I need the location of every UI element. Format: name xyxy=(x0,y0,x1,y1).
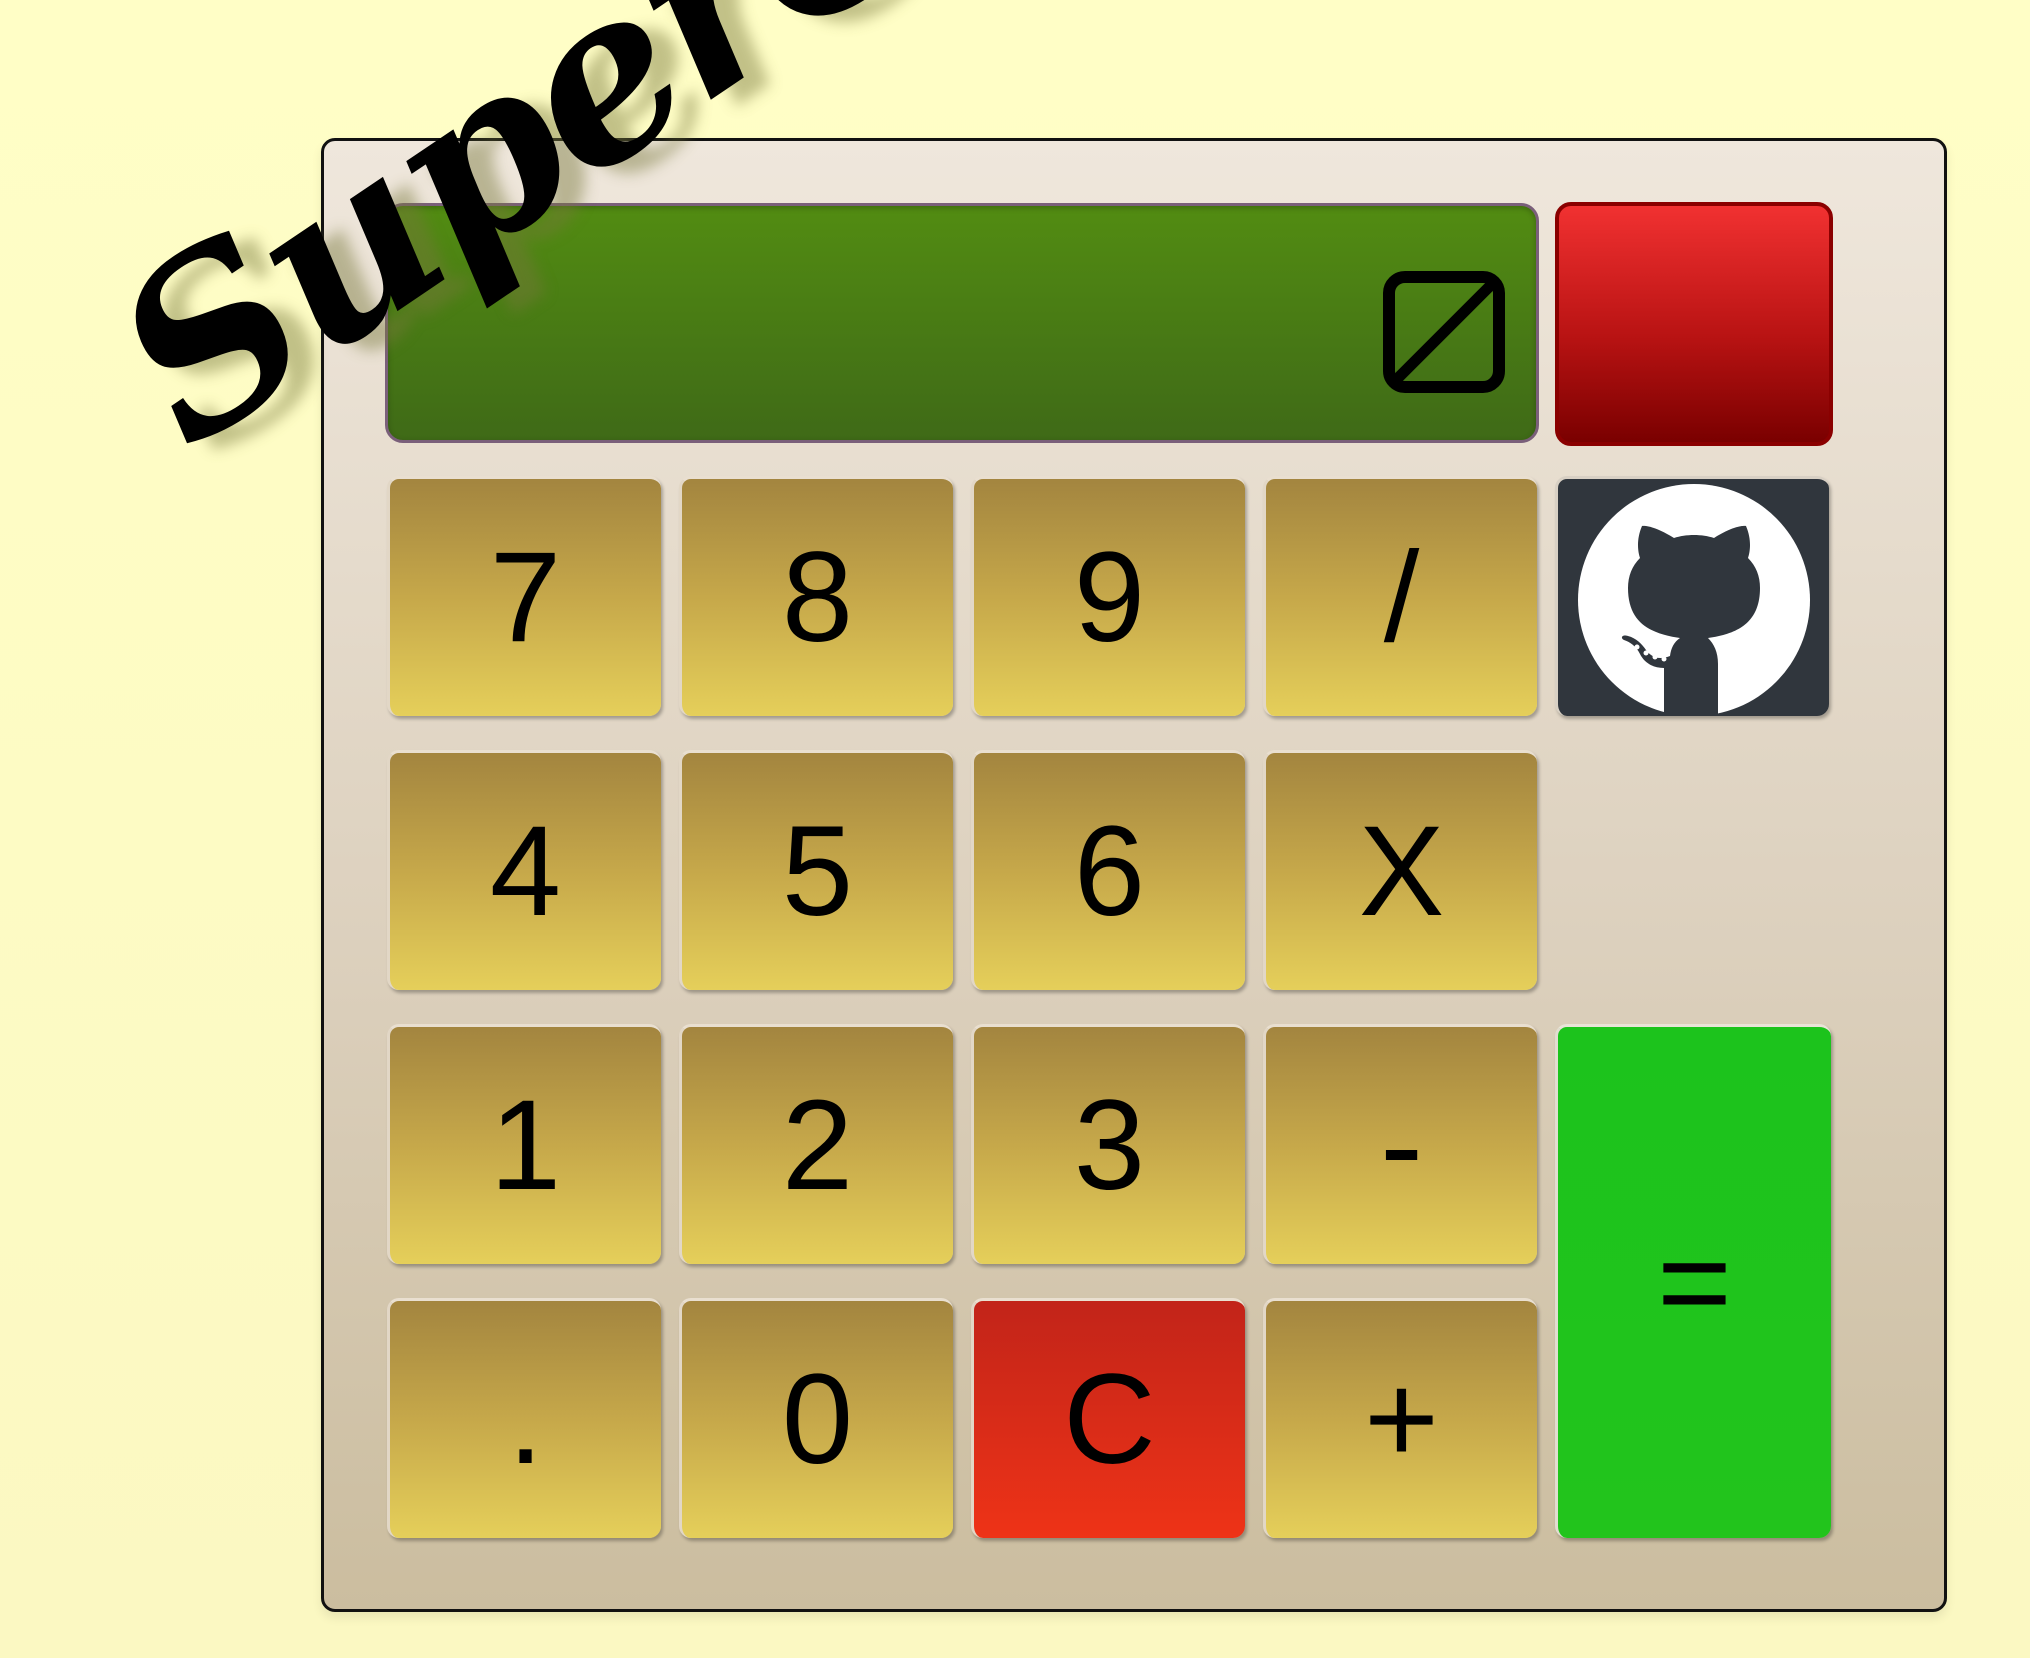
key-6[interactable]: 6 xyxy=(971,750,1245,990)
key-7[interactable]: 7 xyxy=(387,476,661,716)
key-1[interactable]: 1 xyxy=(387,1024,661,1264)
key-4[interactable]: 4 xyxy=(387,750,661,990)
key-3[interactable]: 3 xyxy=(971,1024,1245,1264)
key-minus[interactable]: - xyxy=(1263,1024,1537,1264)
key-2[interactable]: 2 xyxy=(679,1024,953,1264)
clear-button[interactable]: C xyxy=(971,1298,1245,1538)
equals-button[interactable]: = xyxy=(1555,1024,1831,1538)
key-plus[interactable]: + xyxy=(1263,1298,1537,1538)
key-divide[interactable]: / xyxy=(1263,476,1537,716)
key-5[interactable]: 5 xyxy=(679,750,953,990)
key-multiply[interactable]: X xyxy=(1263,750,1537,990)
key-9[interactable]: 9 xyxy=(971,476,1245,716)
github-icon xyxy=(1577,483,1810,716)
square-slash-icon xyxy=(1383,271,1505,393)
key-0[interactable]: 0 xyxy=(679,1298,953,1538)
key-8[interactable]: 8 xyxy=(679,476,953,716)
key-decimal[interactable]: . xyxy=(387,1298,661,1538)
power-button[interactable] xyxy=(1555,202,1833,446)
github-button[interactable] xyxy=(1555,476,1829,716)
display xyxy=(385,203,1539,443)
